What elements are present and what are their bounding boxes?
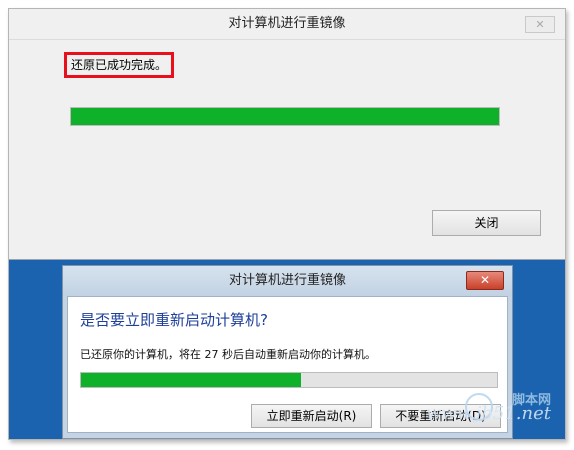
countdown-progress-fill (81, 373, 302, 387)
window-title: 对计算机进行重镜像 (228, 16, 346, 31)
site-watermark: 脚本网 www.jb51.net (403, 389, 553, 429)
restart-now-button[interactable]: 立即重新启动(R) (251, 404, 372, 428)
reimage-window: 对计算机进行重镜像 ✕ 还原已成功完成。 关闭 (9, 9, 565, 260)
reimage-window-titlebar: 对计算机进行重镜像 ✕ (9, 9, 565, 40)
reimage-window-body: 还原已成功完成。 关闭 (9, 40, 565, 259)
restart-dialog-titlebar: 对计算机进行重镜像 ✕ (63, 266, 512, 296)
countdown-progress-bar (80, 372, 498, 388)
countdown-message: 已还原你的计算机，将在 27 秒后自动重新启动你的计算机。 (80, 348, 376, 361)
close-icon: ✕ (479, 273, 491, 287)
dialog-title: 对计算机进行重镜像 (228, 273, 346, 288)
window-close-button[interactable]: ✕ (525, 16, 555, 33)
watermark-url: www.jb51.net (425, 403, 551, 424)
screenshot-frame: 对计算机进行重镜像 ✕ 还原已成功完成。 关闭 对计算机进行重镜像 ✕ 是否要立… (8, 8, 566, 440)
restore-progress-fill (71, 108, 499, 125)
close-button[interactable]: 关闭 (432, 210, 541, 236)
close-icon: ✕ (535, 18, 545, 31)
restore-progress-bar (70, 107, 500, 126)
restore-complete-message: 还原已成功完成。 (64, 52, 175, 78)
restart-question: 是否要立即重新启动计算机? (80, 311, 268, 329)
dialog-close-button[interactable]: ✕ (466, 271, 504, 290)
